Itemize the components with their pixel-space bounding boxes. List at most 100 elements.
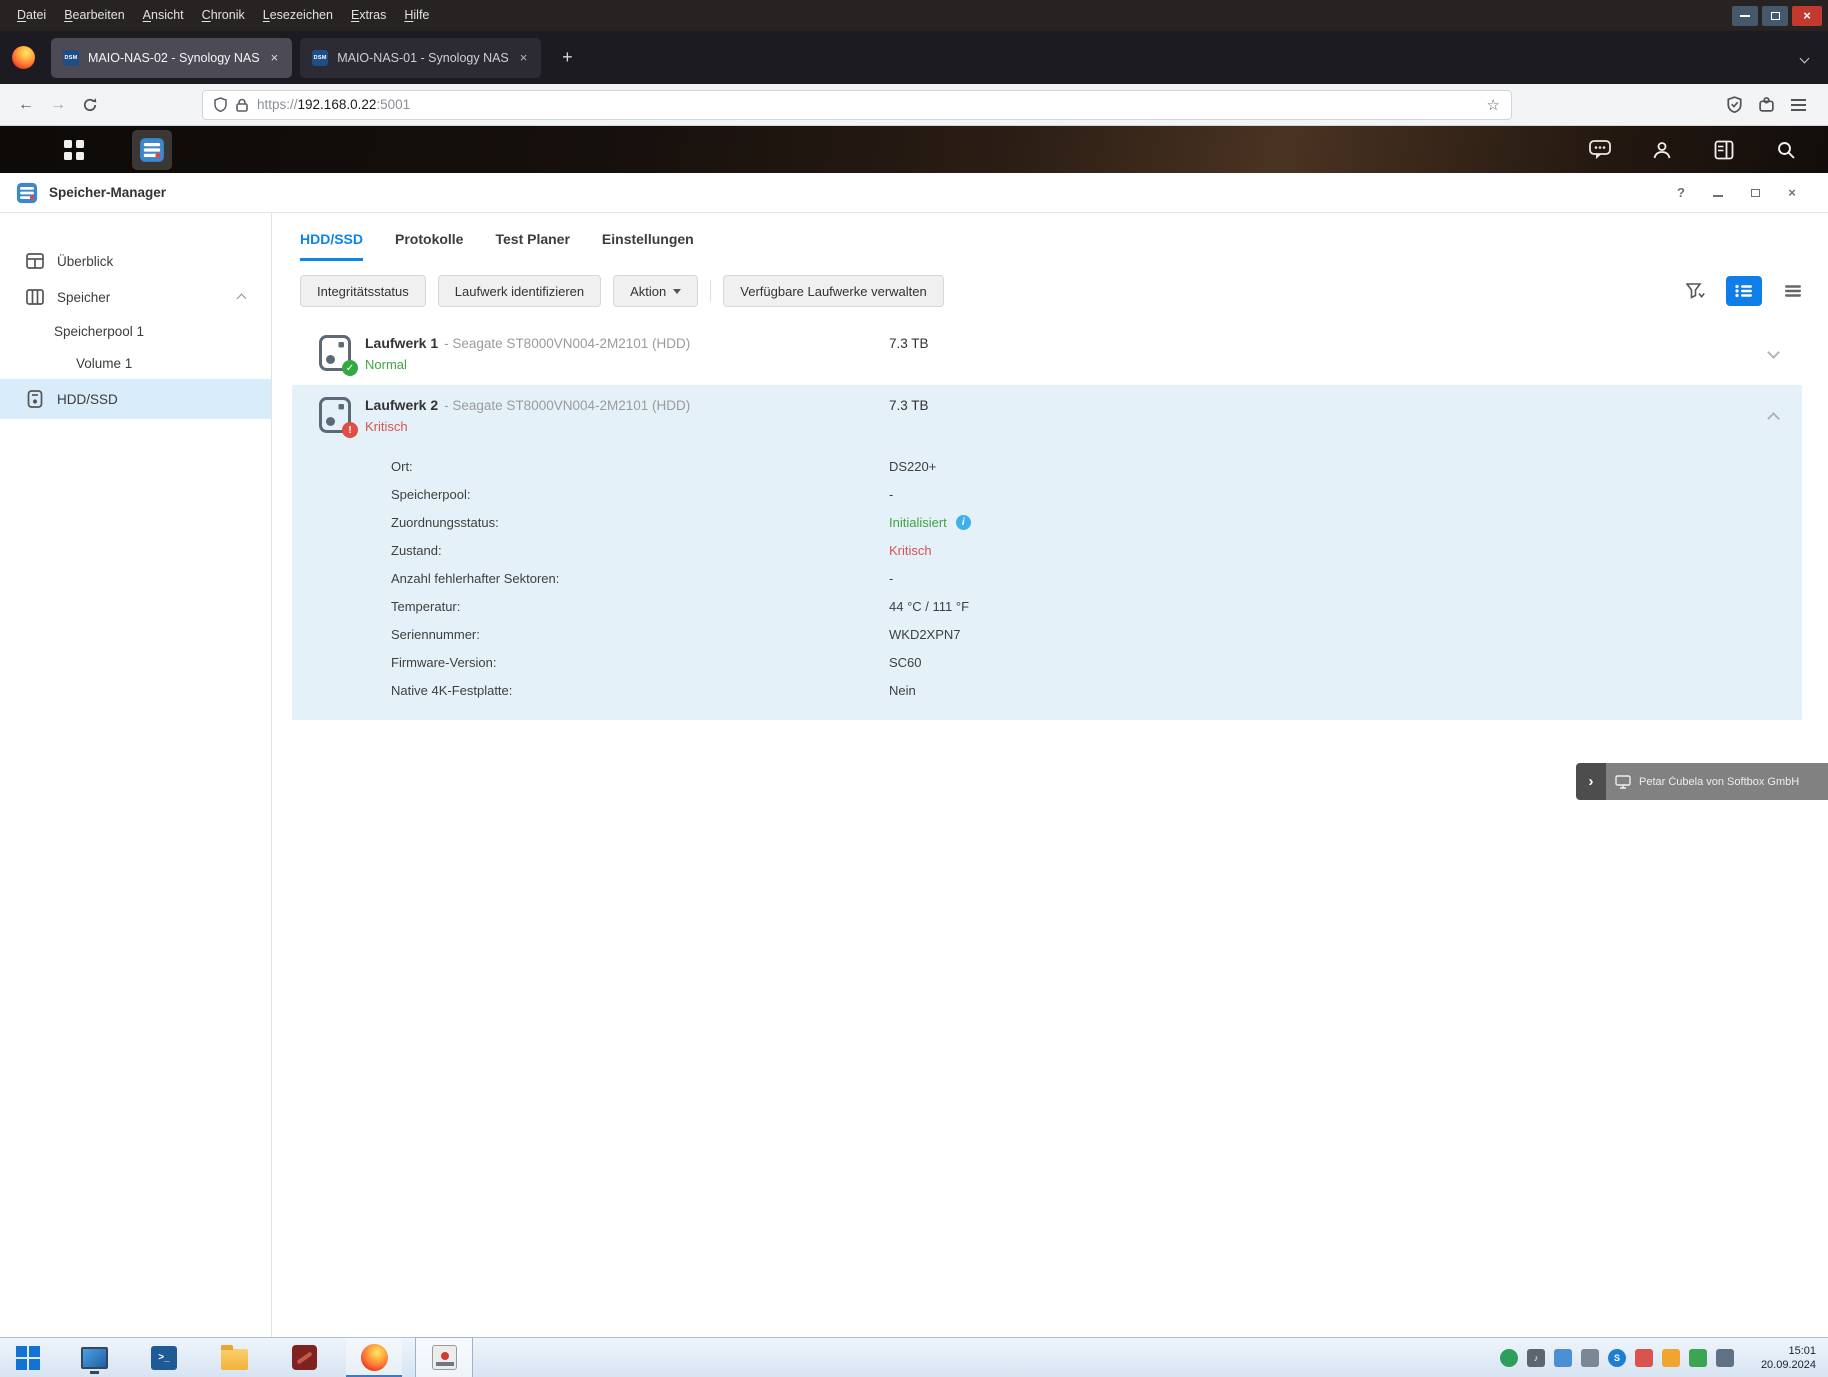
new-tab-button[interactable]: + [551, 42, 583, 74]
drive-row-1[interactable]: ✓ Laufwerk 1- Seagate ST8000VN004-2M2101… [292, 323, 1802, 385]
integritaetsstatus-button[interactable]: Integritätsstatus [300, 275, 426, 307]
clock-time: 15:01 [1746, 1344, 1816, 1358]
lock-icon[interactable] [236, 98, 248, 112]
browser-tab-inactive[interactable]: DSM MAIO-NAS-01 - Synology NAS × [300, 38, 541, 78]
overlay-expand-button[interactable]: › [1576, 763, 1606, 800]
drive-status: Kritisch [365, 419, 690, 434]
sidebar-item-volume[interactable]: Volume 1 [0, 347, 271, 379]
url-text: https://192.168.0.22:5001 [257, 97, 410, 112]
firefox-icon [361, 1344, 388, 1371]
extensions-puzzle-icon[interactable] [1758, 96, 1775, 113]
button-label: Laufwerk identifizieren [455, 284, 584, 299]
chevron-up-icon[interactable] [238, 290, 245, 305]
tray-icon[interactable]: S [1608, 1349, 1626, 1367]
tray-icon[interactable]: ♪ [1527, 1349, 1545, 1367]
window-titlebar[interactable]: Speicher-Manager ? × [0, 173, 1828, 213]
info-icon[interactable]: i [956, 515, 971, 530]
tray-icon[interactable] [1662, 1349, 1680, 1367]
tray-icon[interactable] [1581, 1349, 1599, 1367]
taskbar-app-explorer[interactable] [206, 1338, 262, 1377]
drive-icon: ! [318, 396, 352, 434]
detail-value: DS220+ [889, 459, 936, 474]
sidebar-item-hdd-ssd[interactable]: HDD/SSD [0, 379, 271, 419]
sidebar-item-speicher[interactable]: Speicher [0, 279, 271, 315]
tray-icon[interactable] [1635, 1349, 1653, 1367]
taskbar-clock[interactable]: 15:01 20.09.2024 [1746, 1344, 1816, 1372]
laufwerk-identifizieren-button[interactable]: Laufwerk identifizieren [438, 275, 601, 307]
system-tray: ♪ S [1500, 1349, 1734, 1367]
screen: Datei Bearbeiten Ansicht Chronik Lesezei… [0, 0, 1828, 1377]
storage-manager-taskbar-button[interactable] [132, 130, 172, 170]
menu-chronik[interactable]: Chronik [193, 0, 254, 31]
drive-row-2[interactable]: ! Laufwerk 2- Seagate ST8000VN004-2M2101… [292, 385, 1802, 720]
tab-test-planer[interactable]: Test Planer [495, 231, 569, 261]
browser-tab-active[interactable]: DSM MAIO-NAS-02 - Synology NAS × [51, 38, 292, 78]
detail-label: Speicherpool: [391, 487, 889, 502]
bookmark-star-icon[interactable]: ☆ [1487, 96, 1500, 114]
widgets-button[interactable] [1706, 132, 1742, 168]
window-close-button[interactable]: × [1784, 185, 1800, 200]
firefox-logo-icon [12, 46, 35, 69]
search-button[interactable] [1768, 132, 1804, 168]
menu-bearbeiten[interactable]: Bearbeiten [55, 0, 133, 31]
aktion-dropdown-button[interactable]: Aktion [613, 275, 698, 307]
filter-button[interactable] [1678, 276, 1712, 306]
menu-ansicht[interactable]: Ansicht [134, 0, 193, 31]
detail-view-button[interactable] [1726, 276, 1762, 306]
collapse-chevron-icon[interactable] [1769, 411, 1778, 426]
tracking-shield-icon[interactable] [214, 97, 227, 112]
protections-shield-icon[interactable] [1727, 96, 1742, 113]
tab-close-icon[interactable]: × [518, 50, 530, 65]
tray-icon[interactable] [1716, 1349, 1734, 1367]
tray-icon[interactable] [1500, 1349, 1518, 1367]
taskbar-app-red[interactable] [276, 1338, 332, 1377]
menu-hilfe[interactable]: Hilfe [395, 0, 438, 31]
windows-taskbar: >_ ♪ S 15:01 20.09.2024 [0, 1337, 1828, 1377]
sidebar-item-speicherpool[interactable]: Speicherpool 1 [0, 315, 271, 347]
app-menu-icon[interactable] [1791, 99, 1806, 111]
back-button[interactable]: ← [10, 90, 42, 120]
os-minimize-button[interactable] [1732, 6, 1758, 26]
drive-name: Laufwerk 2 [365, 397, 438, 413]
status-ok-badge: ✓ [342, 360, 358, 376]
detail-value: Kritisch [889, 543, 932, 558]
drive-icon: ✓ [318, 334, 352, 372]
main-menu-button[interactable] [56, 132, 92, 168]
menu-extras[interactable]: Extras [342, 0, 395, 31]
tab-protokolle[interactable]: Protokolle [395, 231, 463, 261]
help-button[interactable]: ? [1673, 185, 1689, 200]
support-chat-button[interactable] [1582, 132, 1618, 168]
tab-list-button[interactable] [1801, 50, 1808, 65]
firefox-navbar: ← → https://192.168.0.22:5001 ☆ [0, 84, 1828, 126]
os-maximize-button[interactable] [1762, 6, 1788, 26]
tab-close-icon[interactable]: × [269, 50, 281, 65]
firefox-tabbar: DSM MAIO-NAS-02 - Synology NAS × DSM MAI… [0, 31, 1828, 84]
menu-datei[interactable]: Datei [8, 0, 55, 31]
reload-button[interactable] [74, 90, 106, 120]
window-minimize-button[interactable] [1710, 185, 1726, 200]
detail-value: Initialisierti [889, 515, 971, 530]
taskbar-app-recorder[interactable] [416, 1338, 472, 1377]
verfuegbare-laufwerke-button[interactable]: Verfügbare Laufwerke verwalten [723, 275, 943, 307]
apps-grid-icon [64, 140, 84, 160]
urlbar[interactable]: https://192.168.0.22:5001 ☆ [202, 90, 1512, 120]
tab-einstellungen[interactable]: Einstellungen [602, 231, 694, 261]
tray-icon[interactable] [1689, 1349, 1707, 1367]
user-button[interactable] [1644, 132, 1680, 168]
detail-value: WKD2XPN7 [889, 627, 961, 642]
taskbar-app-firefox[interactable] [346, 1338, 402, 1377]
expand-chevron-icon[interactable] [1769, 345, 1778, 360]
menu-lesezeichen[interactable]: Lesezeichen [254, 0, 342, 31]
window-maximize-button[interactable] [1747, 185, 1763, 200]
taskbar-app-computer[interactable] [66, 1338, 122, 1377]
tab-hdd-ssd[interactable]: HDD/SSD [300, 231, 363, 261]
taskbar-app-powershell[interactable]: >_ [136, 1338, 192, 1377]
sidebar-label: Überblick [57, 254, 113, 269]
start-button[interactable] [4, 1338, 52, 1377]
tray-icon[interactable] [1554, 1349, 1572, 1367]
forward-button[interactable]: → [42, 90, 74, 120]
os-close-button[interactable]: × [1792, 6, 1822, 26]
detail-label: Ort: [391, 459, 889, 474]
sidebar-item-ueberblick[interactable]: Überblick [0, 243, 271, 279]
simple-list-view-button[interactable] [1776, 276, 1810, 306]
